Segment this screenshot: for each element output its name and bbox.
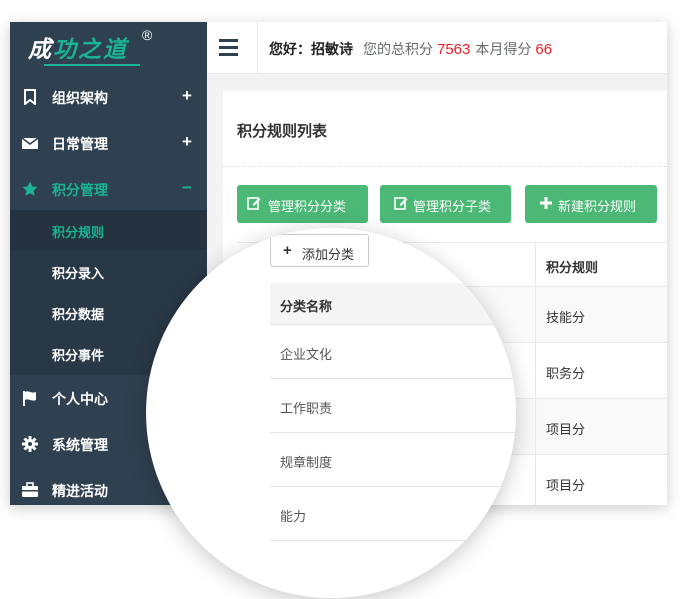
sidebar-item-label: 个人中心 xyxy=(52,391,108,407)
sidebar-item-label: 日常管理 xyxy=(52,136,108,152)
flag-icon xyxy=(23,391,36,406)
sidebar-item-points[interactable]: 积分管理 − xyxy=(10,166,207,212)
user-greeting: 您好：招敏诗 您的总积分 7563 本月得分 66 xyxy=(269,39,552,59)
star-icon xyxy=(22,181,38,196)
bookmark-icon xyxy=(24,89,36,105)
logo: 成功之道 ® xyxy=(10,22,207,74)
sidebar-item-daily[interactable]: 日常管理 + xyxy=(10,120,207,166)
table-cell: 项目分 xyxy=(546,422,586,437)
manage-category-button[interactable]: 管理积分分类 xyxy=(237,185,368,223)
greeting-text: 您好：招敏诗 xyxy=(269,41,353,57)
expand-icon: + xyxy=(182,132,192,151)
list-item[interactable]: 企业文化 xyxy=(270,325,516,379)
manage-subcategory-button[interactable]: 管理积分子类 xyxy=(380,185,511,223)
column-header: 积分规则 xyxy=(546,260,599,275)
plus-icon: + xyxy=(283,242,292,259)
expand-icon: + xyxy=(182,86,192,105)
column-header: 分类名称 xyxy=(280,299,333,314)
sidebar-item-label: 精进活动 xyxy=(52,483,108,499)
table-cell: 项目分 xyxy=(546,478,586,493)
category-magnifier: + 添加分类 分类名称 企业文化 工作职责 规章制度 能力 xyxy=(146,228,516,598)
briefcase-icon xyxy=(22,482,38,497)
gear-icon xyxy=(22,436,38,452)
collapse-icon: − xyxy=(182,178,192,197)
category-table-header: 分类名称 xyxy=(270,283,516,325)
plus-icon xyxy=(540,197,552,209)
edit-icon xyxy=(247,197,261,210)
total-points-label: 您的总积分 xyxy=(363,41,433,57)
sidebar-item-label: 积分管理 xyxy=(52,182,108,198)
month-points-label: 本月得分 xyxy=(475,41,532,57)
table-cell: 技能分 xyxy=(546,310,586,325)
page-title: 积分规则列表 xyxy=(237,123,328,140)
list-item[interactable]: 规章制度 xyxy=(270,433,516,487)
table-cell: 职务分 xyxy=(546,366,586,381)
total-points-value: 7563 xyxy=(437,41,471,58)
edit-icon xyxy=(394,197,408,210)
top-navbar: 您好：招敏诗 您的总积分 7563 本月得分 66 xyxy=(207,22,667,74)
sidebar-item-label: 系统管理 xyxy=(52,437,108,453)
envelope-icon xyxy=(22,137,38,149)
list-item[interactable]: 能力 xyxy=(270,487,516,541)
menu-toggle-icon[interactable] xyxy=(219,39,238,56)
month-points-value: 66 xyxy=(535,41,553,58)
sidebar-item-org[interactable]: 组织架构 + xyxy=(10,74,207,120)
sidebar-item-label: 组织架构 xyxy=(52,90,108,106)
list-item[interactable]: 工作职责 xyxy=(270,379,516,433)
add-category-button[interactable]: + 添加分类 xyxy=(270,234,369,267)
new-rule-button[interactable]: 新建积分规则 xyxy=(525,185,657,223)
